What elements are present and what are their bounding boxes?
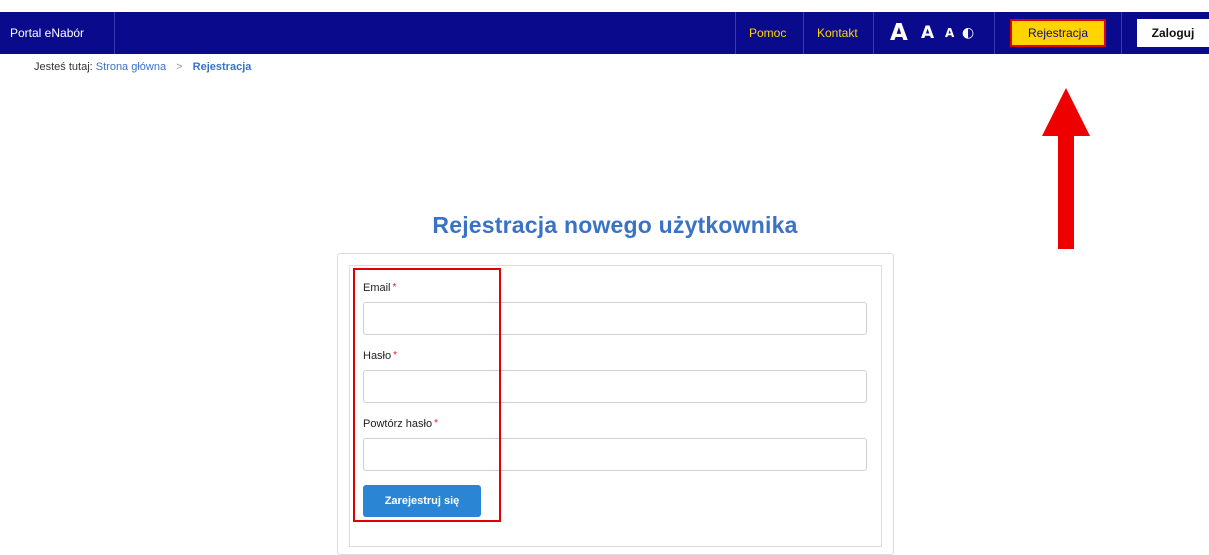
breadcrumb-home-link[interactable]: Strona główna bbox=[96, 61, 166, 73]
divider bbox=[1121, 12, 1122, 54]
page-title: Rejestracja nowego użytkownika bbox=[432, 212, 798, 238]
top-navigation-bar: Portal eNabór Pomoc Kontakt A A A ◐ Reje… bbox=[0, 12, 1209, 54]
font-size-small-icon[interactable]: A bbox=[945, 12, 954, 54]
font-size-medium-icon[interactable]: A bbox=[921, 12, 934, 54]
contrast-icon[interactable]: ◐ bbox=[962, 12, 974, 54]
login-button[interactable]: Zaloguj bbox=[1137, 19, 1209, 47]
divider bbox=[114, 12, 115, 54]
breadcrumb-current: Rejestracja bbox=[192, 61, 252, 73]
annotation-arrow-head-icon bbox=[1042, 88, 1090, 136]
breadcrumb-prefix: Jesteś tutaj: bbox=[34, 61, 93, 73]
font-size-large-icon[interactable]: A bbox=[890, 12, 908, 54]
portal-brand-link[interactable]: Portal eNabór bbox=[10, 12, 84, 54]
divider bbox=[803, 12, 804, 54]
breadcrumb: Jesteś tutaj: Strona główna > Rejestracj… bbox=[34, 61, 251, 73]
breadcrumb-chevron-icon: > bbox=[176, 61, 183, 73]
divider bbox=[994, 12, 995, 54]
help-link[interactable]: Pomoc bbox=[749, 12, 786, 54]
contact-link[interactable]: Kontakt bbox=[817, 12, 858, 54]
divider bbox=[873, 12, 874, 54]
divider bbox=[735, 12, 736, 54]
annotation-highlight-box bbox=[353, 268, 501, 522]
register-button[interactable]: Rejestracja bbox=[1010, 19, 1106, 47]
